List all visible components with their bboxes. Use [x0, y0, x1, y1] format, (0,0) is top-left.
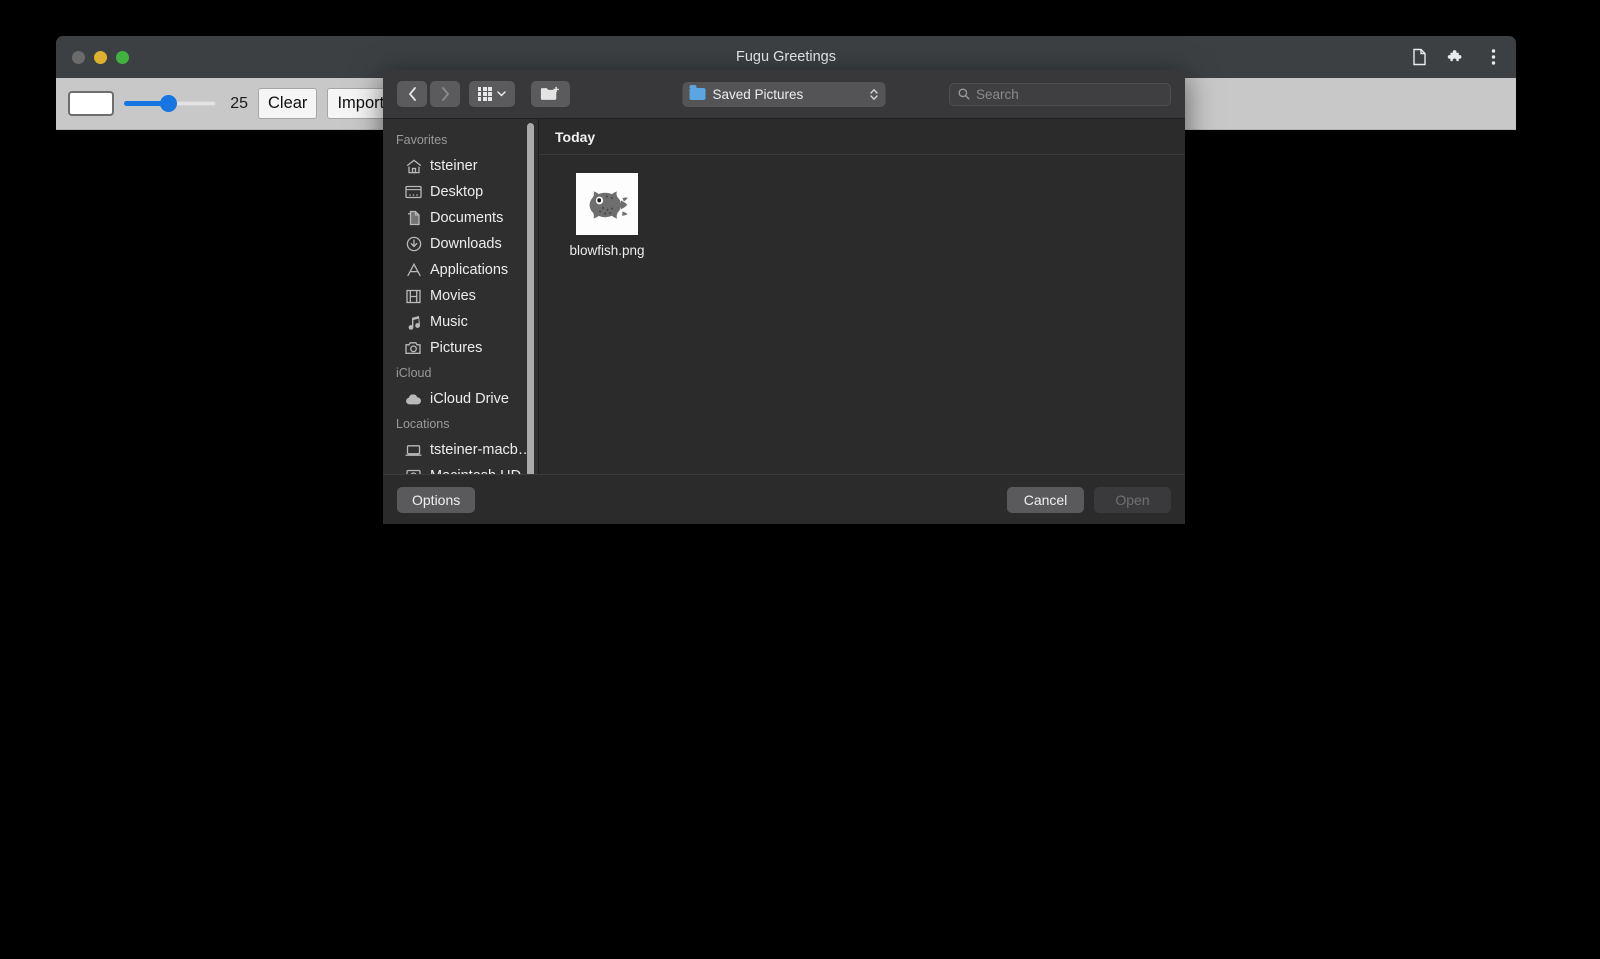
blowfish-icon: [589, 191, 628, 219]
file-dialog-toolbar: Saved Pictures Search: [383, 70, 1185, 119]
cloud-icon: [405, 391, 422, 408]
sidebar-item-label: Desktop: [430, 184, 484, 200]
sidebar-item-label: tsteiner: [430, 158, 478, 174]
sidebar-item-macintosh-hd[interactable]: Macintosh HD: [383, 463, 539, 474]
files-group-header: Today: [539, 119, 1185, 155]
slider-value-label: 25: [230, 94, 248, 112]
sidebar-item-label: Music: [430, 314, 468, 330]
color-picker-input[interactable]: [68, 91, 114, 116]
file-browser-pane: Today blowfish.png: [539, 119, 1185, 474]
sidebar-item-desktop[interactable]: Desktop: [383, 179, 539, 205]
sidebar-item-tsteiner[interactable]: tsteiner: [383, 153, 539, 179]
sidebar-divider: [538, 119, 539, 474]
sidebar-item-label: Applications: [430, 262, 509, 278]
sidebar-section-favorites: Favorites: [396, 133, 448, 147]
sidebar-item-music[interactable]: Music: [383, 309, 539, 335]
options-button[interactable]: Options: [397, 486, 476, 513]
applications-icon: [405, 262, 422, 279]
blowfish-thumbnail: [576, 173, 638, 235]
home-icon: [405, 158, 422, 175]
pictures-camera-icon: [405, 340, 422, 357]
laptop-icon: [405, 442, 422, 459]
sidebar-item-icloud-drive[interactable]: iCloud Drive: [383, 386, 539, 412]
new-folder-icon: [541, 86, 560, 100]
slider-thumb[interactable]: [159, 95, 177, 112]
desktop-icon: [405, 184, 422, 201]
sidebar-item-label: Documents: [430, 210, 504, 226]
back-button[interactable]: [397, 81, 427, 107]
downloads-icon: [405, 236, 422, 253]
traffic-lights: [72, 50, 129, 64]
sidebar-item-downloads[interactable]: Downloads: [383, 231, 539, 257]
search-placeholder: Search: [976, 86, 1019, 102]
window-title: Fugu Greetings: [736, 49, 836, 65]
close-window-button[interactable]: [72, 50, 85, 64]
maximize-window-button[interactable]: [116, 50, 129, 64]
file-dialog-body: Favorites tsteiner Desktop Documents Dow…: [383, 119, 1185, 474]
cancel-button[interactable]: Cancel: [1007, 486, 1084, 513]
view-mode-button[interactable]: [469, 81, 515, 107]
open-button[interactable]: Open: [1094, 486, 1171, 513]
sidebar-item-label: tsteiner-macb…: [430, 442, 533, 458]
harddisk-icon: [405, 468, 422, 474]
sidebar-section-icloud: iCloud: [396, 366, 432, 380]
screen-root: Fugu Greetings 25 Clear Import Saved Pic…: [0, 0, 1600, 959]
sidebar-item-label: Macintosh HD: [430, 468, 521, 474]
sidebar-scrollbar[interactable]: [527, 123, 534, 474]
sidebar-item-movies[interactable]: Movies: [383, 283, 539, 309]
file-dialog-footer: Options Cancel Open: [383, 474, 1185, 524]
sidebar-item-label: Pictures: [430, 340, 483, 356]
chevron-down-icon: [497, 91, 506, 97]
sidebar-item-applications[interactable]: Applications: [383, 257, 539, 283]
sidebar-section-locations: Locations: [396, 417, 450, 431]
sidebar-item-label: Downloads: [430, 236, 502, 252]
title-bar-actions: [1408, 46, 1504, 68]
folder-icon: [689, 85, 706, 100]
music-icon: [405, 314, 422, 331]
file-name-label: blowfish.png: [569, 243, 645, 258]
page-document-icon[interactable]: [1408, 46, 1430, 68]
path-label: Saved Pictures: [712, 86, 804, 102]
forward-button[interactable]: [430, 81, 460, 107]
sidebar-item-label: Movies: [430, 288, 476, 304]
files-grid: blowfish.png: [539, 155, 1185, 474]
file-item-blowfish[interactable]: blowfish.png: [561, 173, 653, 258]
kebab-menu-icon[interactable]: [1482, 46, 1504, 68]
sidebar-item-documents[interactable]: Documents: [383, 205, 539, 231]
sidebar-item-label: iCloud Drive: [430, 391, 509, 407]
footer-actions: Cancel Open: [1007, 486, 1171, 513]
search-icon: [958, 88, 970, 100]
movies-icon: [405, 288, 422, 305]
documents-icon: [405, 210, 422, 227]
sidebar-item-pictures[interactable]: Pictures: [383, 335, 539, 361]
path-dropdown[interactable]: Saved Pictures: [682, 81, 886, 107]
grid-view-icon: [478, 87, 492, 101]
sidebar-item-tsteiner-macbook[interactable]: tsteiner-macb…: [383, 437, 539, 463]
file-dialog-sidebar: Favorites tsteiner Desktop Documents Dow…: [383, 119, 539, 474]
stepper-icon: [870, 88, 879, 101]
slider-fill: [124, 101, 165, 106]
new-folder-button[interactable]: [530, 81, 570, 107]
line-width-slider[interactable]: [124, 93, 216, 115]
minimize-window-button[interactable]: [94, 50, 107, 64]
file-open-dialog: Saved Pictures Search Favorites tsteiner: [383, 70, 1185, 524]
clear-button[interactable]: Clear: [258, 88, 318, 119]
puzzle-extensions-icon[interactable]: [1445, 46, 1467, 68]
search-field[interactable]: Search: [949, 82, 1171, 106]
navigation-buttons: [397, 81, 460, 107]
